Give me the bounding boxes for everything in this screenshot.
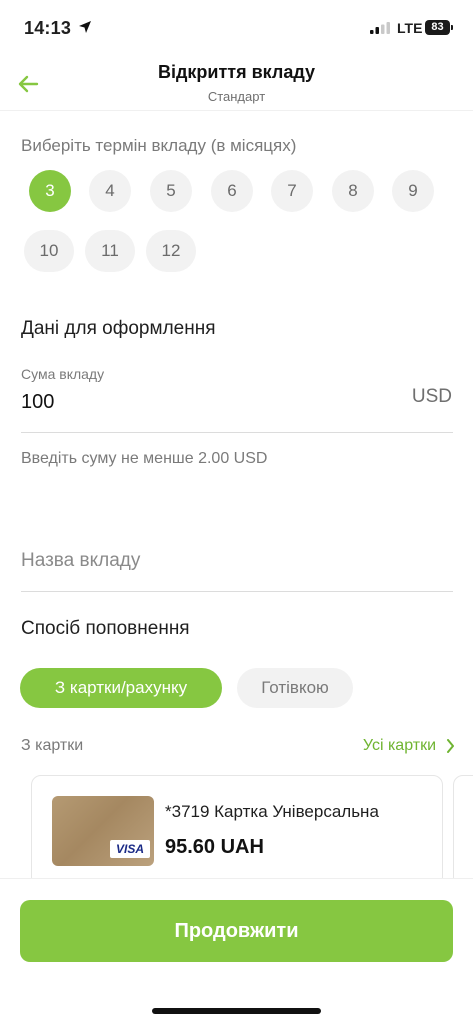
term-option-12[interactable]: 12: [146, 230, 196, 272]
home-indicator: [152, 1008, 321, 1014]
amount-hint: Введіть суму не менше 2.00 USD: [21, 450, 268, 467]
form-section-title: Дані для оформлення: [21, 318, 216, 339]
location-arrow-icon: [79, 21, 91, 33]
term-option-10[interactable]: 10: [24, 230, 74, 272]
amount-label: Сума вкладу: [21, 366, 105, 382]
method-card-button[interactable]: З картки/рахунку: [20, 668, 222, 708]
amount-divider: [21, 432, 453, 433]
name-divider: [21, 591, 453, 592]
term-option-4[interactable]: 4: [89, 170, 131, 212]
status-time: 14:13: [24, 18, 72, 38]
next-card-tile[interactable]: [453, 775, 473, 887]
term-label: Виберіть термін вкладу (в місяцях): [21, 136, 297, 155]
battery-icon: 83: [425, 20, 450, 35]
visa-logo-icon: VISA: [110, 840, 150, 858]
term-row-1: 3 4 5 6 7 8 9: [0, 170, 473, 212]
all-cards-link[interactable]: Усі картки: [363, 737, 455, 755]
page-title: Відкриття вкладу: [157, 62, 316, 82]
all-cards-label: Усі картки: [362, 737, 436, 754]
term-option-9[interactable]: 9: [392, 170, 434, 212]
term-option-8[interactable]: 8: [332, 170, 374, 212]
battery-nub: [451, 25, 453, 30]
term-option-6[interactable]: 6: [211, 170, 253, 212]
card-image: VISA: [52, 796, 154, 866]
term-option-11[interactable]: 11: [85, 230, 135, 272]
page-subtitle: Стандарт: [207, 89, 266, 104]
method-cash-button[interactable]: Готівкою: [237, 668, 353, 708]
card-name: *3719 Картка Універсальна: [165, 802, 379, 821]
deposit-name-input[interactable]: Назва вкладу: [21, 550, 140, 572]
card-tile[interactable]: VISA *3719 Картка Універсальна 95.60 UAH: [31, 775, 443, 887]
card-balance: 95.60 UAH: [165, 836, 264, 858]
status-bar: 14:13 LTE 83: [0, 0, 473, 56]
term-option-5[interactable]: 5: [150, 170, 192, 212]
continue-button[interactable]: Продовжити: [20, 900, 453, 962]
term-option-3[interactable]: 3: [29, 170, 71, 212]
term-option-7[interactable]: 7: [271, 170, 313, 212]
term-row-2: 10 11 12: [0, 230, 473, 272]
funding-section-title: Спосіб поповнення: [21, 618, 190, 639]
bottom-bar: Продовжити: [0, 878, 473, 1025]
amount-input[interactable]: 100: [21, 391, 54, 414]
amount-currency: USD: [411, 386, 452, 407]
from-card-label: З картки: [21, 737, 84, 754]
chevron-right-icon: [447, 739, 454, 753]
signal-bars-icon: [370, 22, 390, 34]
nav-header: Відкриття вкладу Стандарт: [0, 56, 473, 111]
network-type: LTE: [397, 20, 423, 36]
